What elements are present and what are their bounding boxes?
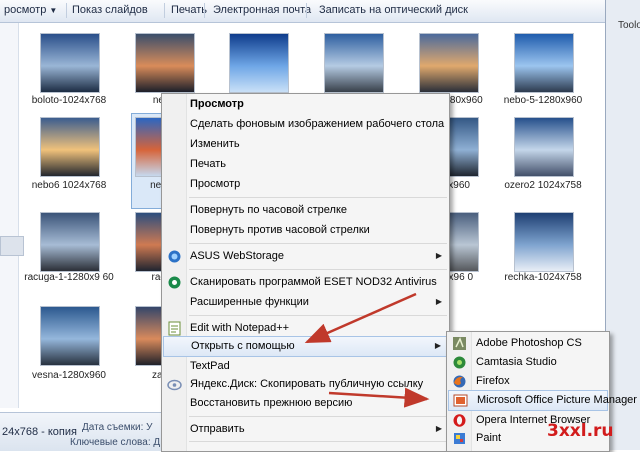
arrow-to-picture-manager <box>328 387 430 408</box>
watermark-text: 3xxl.ru <box>547 421 614 441</box>
annotation-arrows <box>304 292 430 408</box>
arrow-to-open-with <box>304 292 417 344</box>
